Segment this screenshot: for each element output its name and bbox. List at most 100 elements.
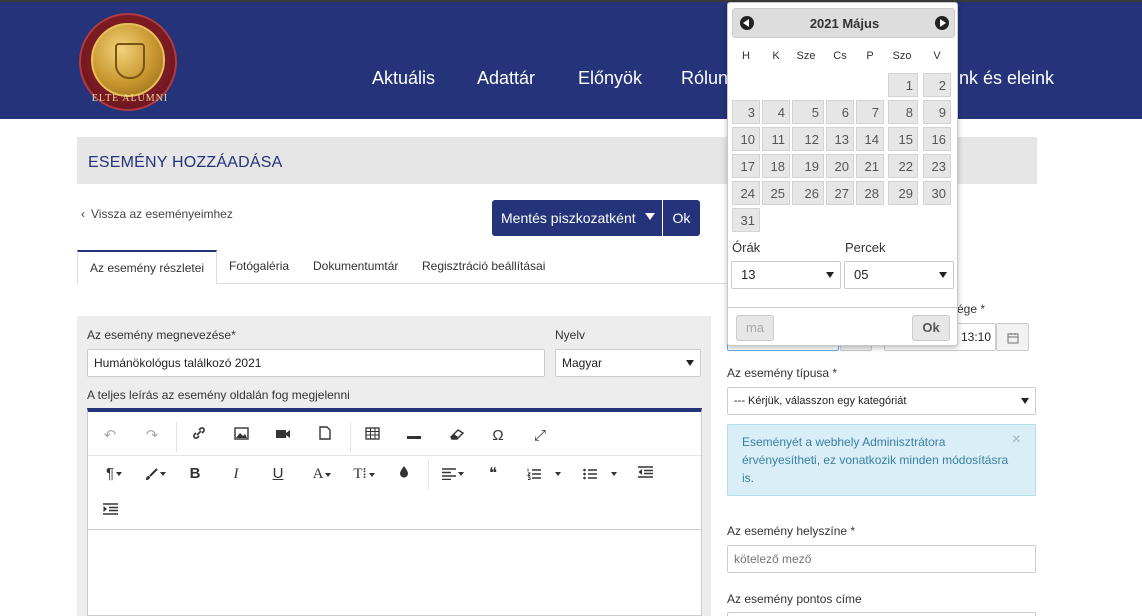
calendar-day[interactable]: 23 [923,154,951,178]
calendar-day[interactable]: 1 [888,73,918,97]
hours-select[interactable]: 13 [731,261,841,289]
tab-documents[interactable]: Dokumentumtár [301,250,410,284]
calendar-day[interactable]: 17 [732,154,760,178]
quote-icon[interactable]: ❝ [482,464,504,484]
calendar-day[interactable]: 24 [732,181,760,205]
calendar-day[interactable]: 20 [826,154,854,178]
weekday-header: Cs [833,50,847,62]
calendar-day[interactable]: 15 [888,127,918,151]
date-picker-title: 2021 Május [809,16,880,31]
weekday-header: H [742,50,750,62]
tab-bar: Az esemény részletei Fotógaléria Dokumen… [77,250,727,285]
calendar-icon [1006,332,1019,344]
eraser-icon[interactable] [446,426,468,446]
calendar-day[interactable]: 6 [826,100,854,124]
next-month-icon[interactable] [935,16,949,30]
calendar-day[interactable]: 31 [732,208,760,232]
calendar-day[interactable]: 21 [856,154,884,178]
table-icon[interactable] [361,426,383,446]
nav-item-aktualis[interactable]: Aktuális [372,68,435,89]
outdent-icon[interactable] [634,464,656,484]
info-alert-text: Eseményét a webhely Adminisztrátora érvé… [742,435,1009,485]
calendar-day[interactable]: 27 [826,181,854,205]
calendar-day[interactable]: 26 [792,181,824,205]
undo-icon[interactable]: ↶ [99,426,121,446]
nav-item-elonyok[interactable]: Előnyök [578,68,642,89]
calendar-day[interactable]: 16 [923,127,951,151]
redo-icon[interactable]: ↷ [141,426,163,446]
video-icon[interactable] [272,426,294,446]
end-date-label: ége * [957,302,986,316]
weekday-header: P [866,50,874,62]
language-select[interactable]: Magyar [555,349,701,377]
fullscreen-icon[interactable]: ⤢ [529,426,551,446]
event-type-label: Az esemény típusa * [727,366,838,380]
indent-icon[interactable] [99,501,121,521]
nav-item-rolunk[interactable]: Rólun [681,68,728,89]
tab-details[interactable]: Az esemény részletei [77,250,218,285]
ordered-list-icon[interactable] [524,464,564,484]
page-title: ESEMÉNY HOZZÁADÁSA [88,154,283,171]
link-icon[interactable] [188,426,210,446]
drop-icon[interactable] [393,464,415,484]
calendar-day[interactable]: 22 [888,154,918,178]
calendar-day[interactable]: 9 [923,100,951,124]
weekday-header: V [933,50,941,62]
paragraph-icon[interactable]: ¶ [99,464,129,484]
calendar-day[interactable]: 4 [762,100,790,124]
minutes-select[interactable]: 05 [844,261,954,289]
brush-icon[interactable] [140,464,170,484]
description-label: A teljes leírás az esemény oldalán fog m… [87,388,350,402]
calendar-day[interactable]: 14 [856,127,884,151]
date-picker-ok-button[interactable]: Ok [912,315,950,341]
omega-icon[interactable]: Ω [487,426,509,446]
calendar-day[interactable]: 8 [888,100,918,124]
date-picker-footer [728,307,957,308]
calendar-day[interactable]: 29 [888,181,918,205]
tab-registration-settings[interactable]: Regisztráció beállításai [410,250,557,284]
calendar-day[interactable]: 28 [856,181,884,205]
unordered-list-icon[interactable] [580,464,620,484]
file-icon[interactable] [314,426,336,446]
calendar-day[interactable]: 10 [732,127,760,151]
description-editor[interactable]: ↶ ↷ Ω ⤢ ¶ B I U A T⁞ ❝ [87,408,702,616]
calendar-day[interactable]: 2 [923,73,951,97]
calendar-day[interactable]: 19 [792,154,824,178]
calendar-day[interactable]: 18 [762,154,790,178]
caret-down-icon [1021,398,1029,404]
calendar-day[interactable]: 3 [732,100,760,124]
today-button[interactable]: ma [736,315,774,341]
nav-item-eleink[interactable]: ink és eleink [955,68,1054,89]
end-calendar-button[interactable] [996,323,1029,351]
font-color-icon[interactable]: A [307,464,337,484]
close-icon[interactable]: × [1012,431,1021,449]
calendar-day[interactable]: 7 [856,100,884,124]
image-icon[interactable] [230,426,252,446]
location-label: Az esemény helyszíne * [727,524,856,538]
align-icon[interactable] [437,464,469,484]
nav-item-adattar[interactable]: Adattár [477,68,535,89]
calendar-day[interactable]: 13 [826,127,854,151]
calendar-day[interactable]: 30 [923,181,951,205]
location-input[interactable] [727,545,1036,573]
tab-photo-gallery[interactable]: Fotógaléria [217,250,301,284]
event-type-select[interactable]: --- Kérjük, válasszon egy kategóriát [727,387,1036,415]
elte-alumni-logo[interactable]: ELTE ALUMNI [79,13,177,111]
caret-down-icon[interactable] [645,213,655,220]
ok-button[interactable]: Ok [663,200,700,236]
calendar-day[interactable]: 5 [792,100,824,124]
hours-label: Órák [732,240,761,255]
horizontal-rule-icon[interactable] [403,426,425,446]
event-name-input[interactable]: Humánökológus találkozó 2021 [87,349,545,377]
bold-icon[interactable]: B [184,464,206,484]
calendar-day[interactable]: 25 [762,181,790,205]
calendar-day[interactable]: 11 [762,127,790,151]
font-size-icon[interactable]: T⁞ [348,464,380,484]
address-input[interactable] [727,612,1036,616]
back-link[interactable]: ‹ Vissza az eseményeimhez [81,207,233,221]
italic-icon[interactable]: I [225,464,247,484]
save-draft-label: Mentés piszkozatként [501,210,636,226]
calendar-day[interactable]: 12 [792,127,824,151]
underline-icon[interactable]: U [267,464,289,484]
save-draft-button[interactable]: Mentés piszkozatként [492,200,662,236]
